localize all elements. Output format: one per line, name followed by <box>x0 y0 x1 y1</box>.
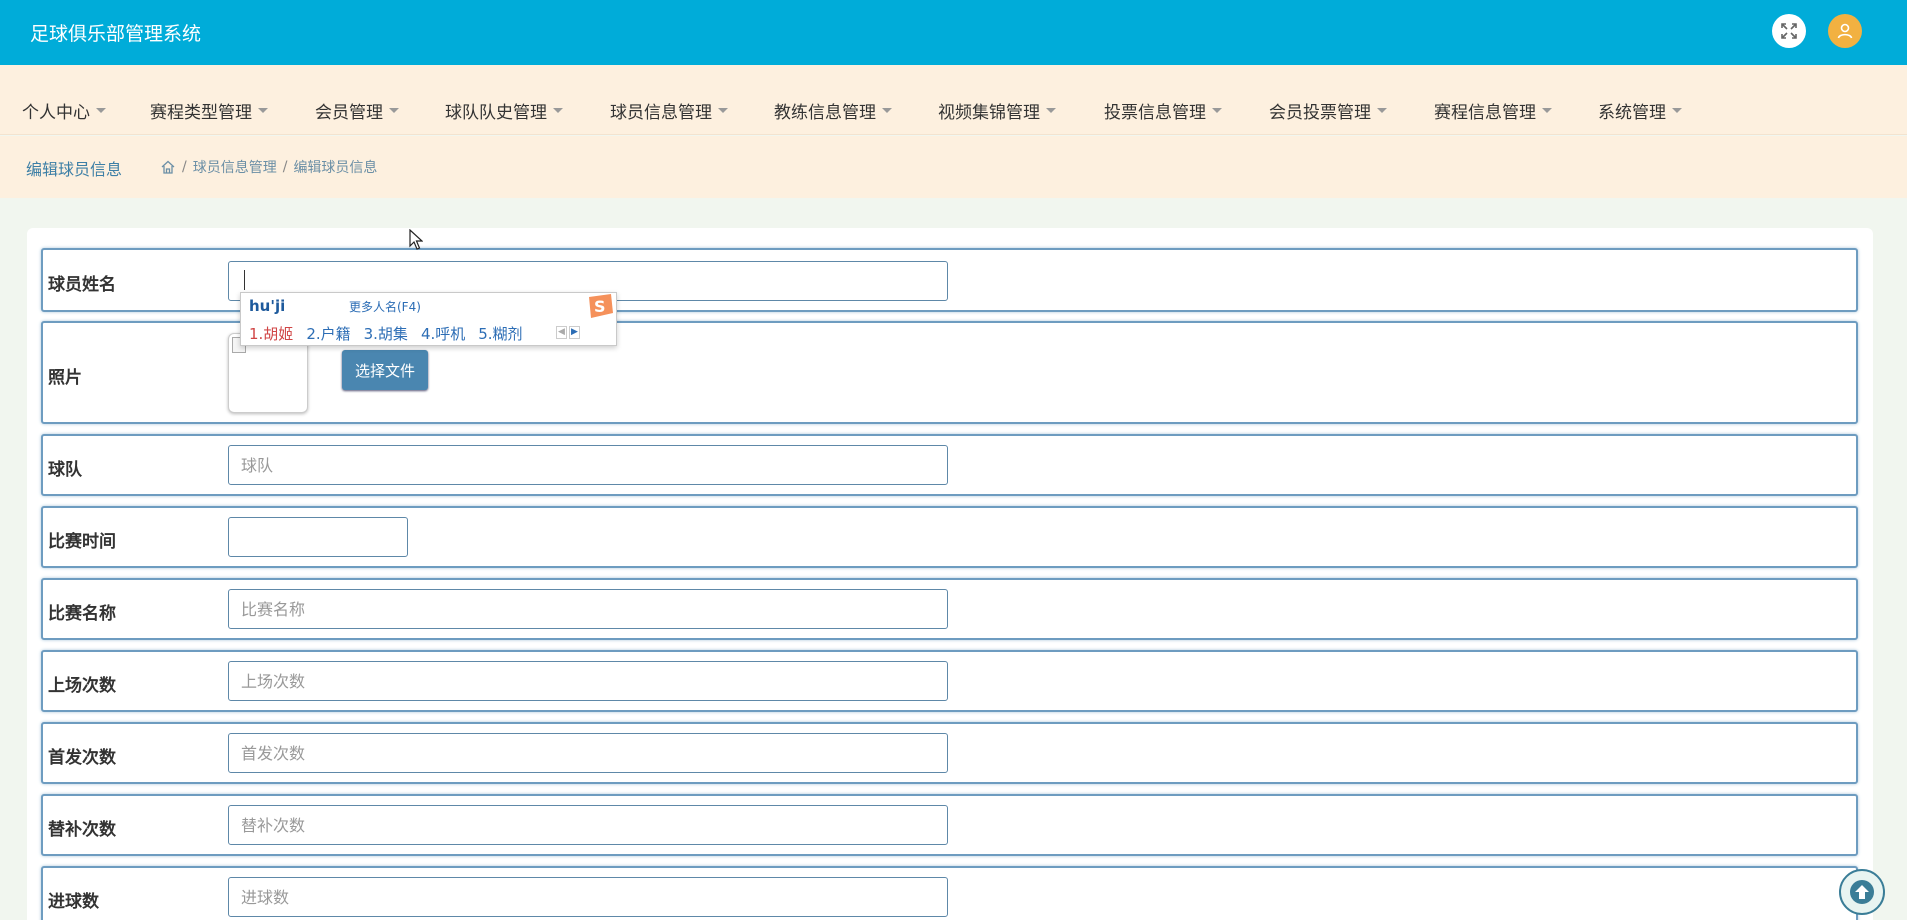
team-label: 球队 <box>48 460 82 480</box>
chevron-down-icon <box>389 108 399 113</box>
nav-match-type-management[interactable]: 赛程类型管理 <box>150 98 268 123</box>
photo-label: 照片 <box>48 368 82 388</box>
nav-label: 赛程类型管理 <box>150 103 252 123</box>
form-row-goals: 进球数 <box>41 866 1858 920</box>
ime-pinyin-text: hu'ji <box>249 297 286 315</box>
breadcrumb-separator: / <box>182 159 187 175</box>
nav-member-management[interactable]: 会员管理 <box>315 98 399 123</box>
ime-more-names-link[interactable]: 更多人名(F4) <box>349 298 421 315</box>
ime-candidate[interactable]: 2.户籍 <box>306 323 350 344</box>
nav-coach-info-management[interactable]: 教练信息管理 <box>774 98 892 123</box>
chevron-down-icon <box>553 108 563 113</box>
team-input[interactable] <box>228 445 948 485</box>
ime-candidate-list: 1.胡姬 2.户籍 3.胡集 4.呼机 5.糊剂 <box>249 323 523 344</box>
chevron-down-icon <box>1542 108 1552 113</box>
fullscreen-icon <box>1781 23 1797 39</box>
top-header: 足球俱乐部管理系统 <box>0 0 1907 65</box>
player-name-label: 球员姓名 <box>48 275 116 295</box>
starts-label: 首发次数 <box>48 748 116 768</box>
chevron-down-icon <box>1046 108 1056 113</box>
home-icon[interactable] <box>160 159 176 175</box>
nav-label: 视频集锦管理 <box>938 103 1040 123</box>
nav-label: 会员投票管理 <box>1269 103 1371 123</box>
breadcrumb-player-info[interactable]: 球员信息管理 <box>193 157 277 177</box>
starts-input[interactable] <box>228 733 948 773</box>
nav-label: 球队队史管理 <box>445 103 547 123</box>
chevron-down-icon <box>882 108 892 113</box>
arrow-up-icon <box>1850 880 1874 904</box>
user-avatar-button[interactable] <box>1828 14 1862 48</box>
ime-candidate-popup: hu'ji 更多人名(F4) S 1.胡姬 2.户籍 3.胡集 4.呼机 5.糊… <box>240 292 617 346</box>
match-time-input[interactable] <box>228 517 408 557</box>
breadcrumb-bar: 编辑球员信息 / 球员信息管理 / 编辑球员信息 <box>0 136 1907 198</box>
nav-label: 教练信息管理 <box>774 103 876 123</box>
ime-next-page-icon[interactable]: ▶ <box>569 326 580 339</box>
form-row-appearances: 上场次数 <box>41 650 1858 712</box>
match-name-label: 比赛名称 <box>48 604 116 624</box>
ime-candidate[interactable]: 4.呼机 <box>421 323 465 344</box>
substitutes-input[interactable] <box>228 805 948 845</box>
chevron-down-icon <box>258 108 268 113</box>
nav-player-info-management[interactable]: 球员信息管理 <box>610 98 728 123</box>
ime-candidate[interactable]: 5.糊剂 <box>478 323 522 344</box>
breadcrumb-edit-player: 编辑球员信息 <box>293 160 378 176</box>
chevron-down-icon <box>1672 108 1682 113</box>
appearances-label: 上场次数 <box>48 676 116 696</box>
form-row-substitutes: 替补次数 <box>41 794 1858 856</box>
fullscreen-button[interactable] <box>1772 14 1806 48</box>
substitutes-label: 替补次数 <box>48 820 116 840</box>
breadcrumb-separator: / <box>282 159 288 175</box>
main-nav: 个人中心 赛程类型管理 会员管理 球队队史管理 球员信息管理 教练信息管理 视频… <box>0 65 1907 135</box>
nav-team-history-management[interactable]: 球队队史管理 <box>445 98 563 123</box>
nav-label: 赛程信息管理 <box>1434 103 1536 123</box>
sogou-ime-logo: S <box>589 294 613 318</box>
ime-candidate[interactable]: 1.胡姬 <box>249 323 293 344</box>
nav-label: 会员管理 <box>315 103 383 123</box>
nav-schedule-info-management[interactable]: 赛程信息管理 <box>1434 98 1552 123</box>
chevron-down-icon <box>1212 108 1222 113</box>
mouse-cursor-icon <box>409 229 423 250</box>
form-row-team: 球队 <box>41 434 1858 496</box>
chevron-down-icon <box>1377 108 1387 113</box>
ime-candidate[interactable]: 3.胡集 <box>364 323 408 344</box>
ime-page-arrows: ◀ ▶ <box>556 326 580 339</box>
breadcrumb: / 球员信息管理 / 编辑球员信息 <box>160 157 377 177</box>
nav-label: 球员信息管理 <box>610 103 712 123</box>
nav-vote-info-management[interactable]: 投票信息管理 <box>1104 98 1222 123</box>
form-row-match-name: 比赛名称 <box>41 578 1858 640</box>
nav-member-vote-management[interactable]: 会员投票管理 <box>1269 98 1387 123</box>
nav-label: 个人中心 <box>22 103 90 123</box>
page-title: 编辑球员信息 <box>26 160 123 179</box>
nav-label: 系统管理 <box>1598 103 1666 123</box>
ime-prev-page-icon[interactable]: ◀ <box>556 326 567 339</box>
match-time-label: 比赛时间 <box>48 532 116 552</box>
text-caret <box>244 270 245 290</box>
form-row-starts: 首发次数 <box>41 722 1858 784</box>
svg-text:S: S <box>594 297 606 316</box>
nav-system-management[interactable]: 系统管理 <box>1598 98 1682 123</box>
nav-video-highlights-management[interactable]: 视频集锦管理 <box>938 98 1056 123</box>
match-name-input[interactable] <box>228 589 948 629</box>
scroll-to-top-button[interactable] <box>1839 869 1885 915</box>
goals-label: 进球数 <box>48 892 99 912</box>
chevron-down-icon <box>718 108 728 113</box>
app-title: 足球俱乐部管理系统 <box>30 23 202 45</box>
nav-label: 投票信息管理 <box>1104 103 1206 123</box>
appearances-input[interactable] <box>228 661 948 701</box>
choose-file-button[interactable]: 选择文件 <box>342 350 428 390</box>
goals-input[interactable] <box>228 877 948 917</box>
chevron-down-icon <box>96 108 106 113</box>
form-row-match-time: 比赛时间 <box>41 506 1858 568</box>
nav-personal-center[interactable]: 个人中心 <box>22 98 106 123</box>
user-icon <box>1837 23 1853 39</box>
